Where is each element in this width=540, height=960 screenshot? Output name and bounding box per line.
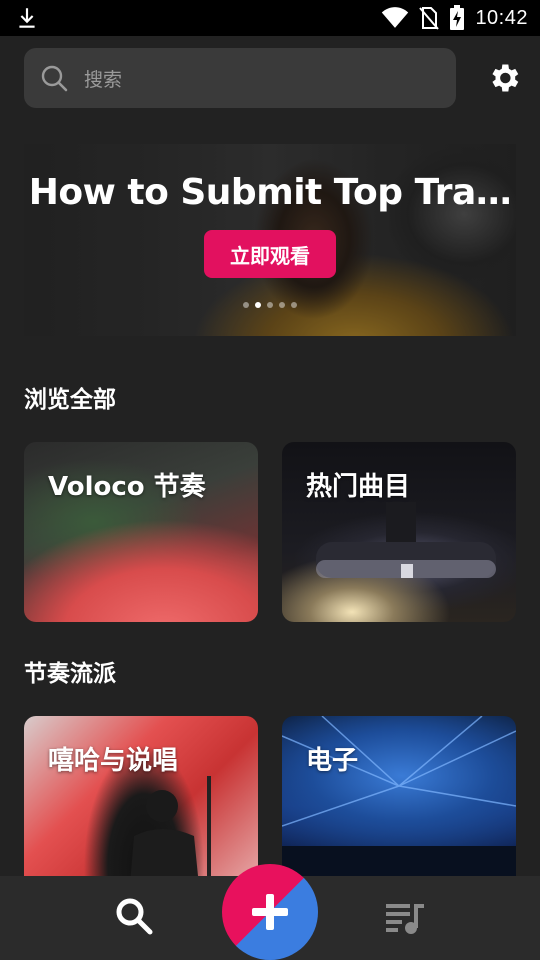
genres-heading: 节奏流派 xyxy=(24,661,116,687)
carousel-dot[interactable] xyxy=(267,302,273,308)
watch-now-button[interactable]: 立即观看 xyxy=(204,230,336,278)
card-label: 电子 xyxy=(306,746,359,776)
microphone-image xyxy=(316,502,496,578)
search-icon[interactable] xyxy=(114,896,154,936)
banner-title: How to Submit Top Tra… xyxy=(28,172,512,213)
carousel-indicator[interactable] xyxy=(243,302,297,308)
featured-banner[interactable]: How to Submit Top Tra… 立即观看 xyxy=(24,144,516,336)
card-top-tracks[interactable]: 热门曲目 xyxy=(282,442,516,622)
gear-icon[interactable] xyxy=(486,60,522,96)
carousel-dot[interactable] xyxy=(291,302,297,308)
no-sim-icon xyxy=(419,7,440,30)
status-time: 10:42 xyxy=(475,6,528,29)
card-label: 热门曲目 xyxy=(306,472,411,502)
battery-charging-icon xyxy=(450,5,465,30)
status-bar: 10:42 xyxy=(0,0,540,36)
carousel-dot-active[interactable] xyxy=(255,302,261,308)
add-button[interactable] xyxy=(222,864,318,960)
search-input[interactable]: 搜索 xyxy=(24,48,456,108)
search-icon xyxy=(41,65,68,92)
download-icon xyxy=(19,8,35,28)
card-voloco-beats[interactable]: Voloco 节奏 xyxy=(24,442,258,622)
playlist-icon[interactable] xyxy=(384,898,428,938)
card-label: 嘻哈与说唱 xyxy=(48,746,179,776)
browse-all-heading: 浏览全部 xyxy=(24,387,116,413)
carousel-dot[interactable] xyxy=(279,302,285,308)
wifi-icon xyxy=(382,7,409,28)
carousel-dot[interactable] xyxy=(243,302,249,308)
search-placeholder: 搜索 xyxy=(84,68,123,91)
add-icon xyxy=(252,894,288,930)
card-label: Voloco 节奏 xyxy=(48,472,206,502)
